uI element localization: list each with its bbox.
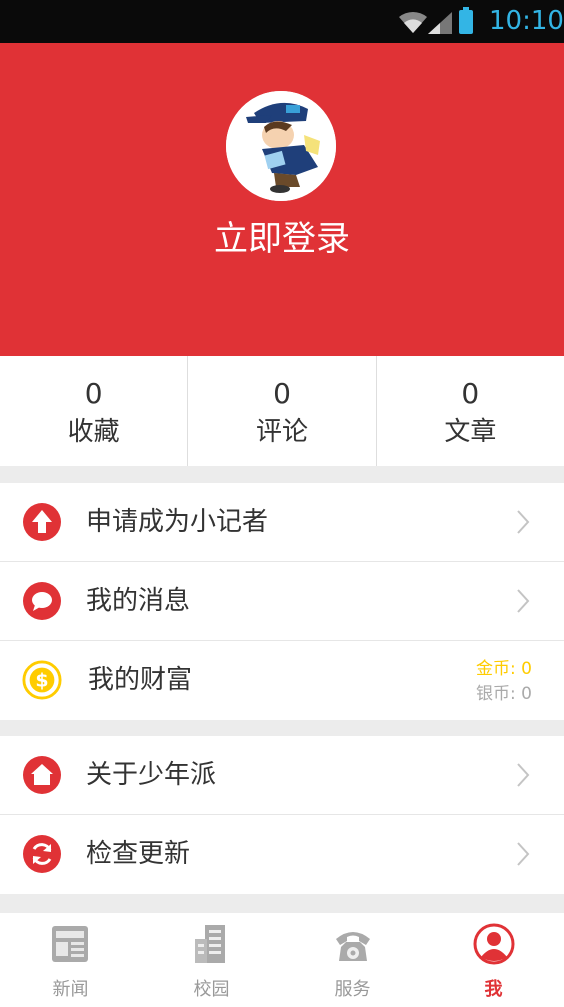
stats-bar: 0 收藏 0 评论 0 文章: [0, 356, 564, 466]
menu-label: 检查更新: [86, 839, 191, 869]
refresh-icon: [23, 835, 61, 873]
arrow-up-icon: [23, 503, 61, 541]
stat-label: 收藏: [67, 417, 120, 447]
tab-campus[interactable]: 校园: [141, 913, 282, 1007]
silver-coins: 银币: 0: [476, 684, 532, 704]
tab-label: 服务: [334, 979, 371, 1000]
chevron-right-icon: [517, 763, 530, 787]
status-bar: 10:10: [0, 0, 564, 43]
gold-coins: 金币: 0: [476, 659, 532, 679]
menu-label: 我的消息: [86, 586, 191, 616]
tab-label: 我: [484, 979, 503, 1000]
tab-label: 校园: [193, 979, 230, 1000]
bottom-nav: 新闻 校园 服务 我: [0, 913, 564, 1007]
reporter-avatar-icon: [226, 91, 336, 201]
stat-favorites[interactable]: 0 收藏: [0, 356, 189, 466]
clock: 10:10: [489, 6, 564, 36]
home-icon: [23, 756, 61, 794]
menu-group-app: 关于少年派 检查更新: [0, 736, 564, 894]
menu-group-main: 申请成为小记者 我的消息 $ 我的财富 金币: 0 银币: 0: [0, 483, 564, 720]
wifi-icon: [399, 11, 427, 33]
tab-me[interactable]: 我: [423, 913, 564, 1007]
user-icon: [473, 923, 514, 965]
stat-label: 文章: [444, 417, 497, 447]
stat-articles[interactable]: 0 文章: [377, 356, 564, 466]
chevron-right-icon: [517, 589, 530, 613]
stat-value: 0: [461, 377, 480, 410]
newspaper-icon: [51, 926, 88, 962]
profile-header: 立即登录: [0, 43, 564, 356]
tab-label: 新闻: [52, 979, 89, 1000]
tab-news[interactable]: 新闻: [0, 913, 141, 1007]
signal-icon: [428, 12, 452, 34]
stat-value: 0: [84, 377, 103, 410]
stat-label: 评论: [255, 417, 308, 447]
coin-balance: 金币: 0 银币: 0: [476, 657, 532, 707]
message-icon: [23, 582, 61, 620]
telephone-icon: [335, 932, 370, 961]
battery-icon: [459, 7, 473, 34]
stat-value: 0: [273, 377, 291, 410]
tab-service[interactable]: 服务: [282, 913, 423, 1007]
menu-item-wealth[interactable]: $ 我的财富 金币: 0 银币: 0: [0, 641, 564, 720]
chevron-right-icon: [517, 510, 530, 534]
menu-label: 关于少年派: [86, 760, 217, 790]
login-button[interactable]: 立即登录: [0, 211, 564, 260]
menu-label: 我的财富: [88, 665, 193, 695]
dollar-coin-icon: $: [22, 660, 62, 700]
avatar[interactable]: [226, 91, 336, 201]
menu-item-reporter[interactable]: 申请成为小记者: [0, 483, 564, 562]
chevron-right-icon: [517, 842, 530, 866]
menu-item-update[interactable]: 检查更新: [0, 815, 564, 894]
menu-item-messages[interactable]: 我的消息: [0, 562, 564, 641]
menu-item-about[interactable]: 关于少年派: [0, 736, 564, 815]
menu-label: 申请成为小记者: [86, 507, 269, 537]
svg-text:$: $: [35, 670, 48, 692]
stat-comments[interactable]: 0 评论: [188, 356, 377, 466]
building-icon: [194, 925, 225, 963]
